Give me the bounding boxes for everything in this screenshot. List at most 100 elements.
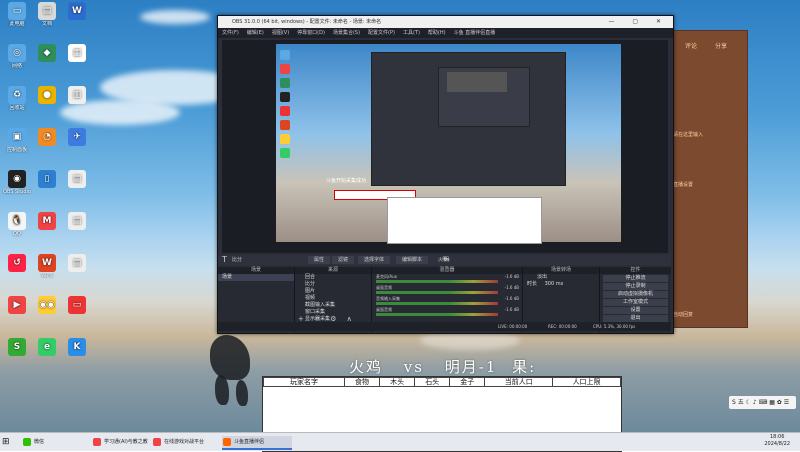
taskbar-label: 在线游戏对战平台 bbox=[164, 439, 205, 445]
desktop-icon-label bbox=[32, 357, 62, 369]
desktop-icon[interactable]: K bbox=[62, 338, 92, 369]
taskbar-item-douyu[interactable]: 斗鱼直播伴侣 bbox=[222, 436, 292, 450]
window-buttons[interactable]: — ▢ ✕ bbox=[608, 16, 669, 28]
stop-recording-button[interactable]: 停止录制 bbox=[603, 283, 668, 290]
menu-file[interactable]: 文件(F) bbox=[222, 28, 239, 38]
desktop-icon[interactable]: S bbox=[2, 338, 32, 369]
toolbar-text-suffix: 果: bbox=[442, 257, 449, 263]
settings-button[interactable]: 设置 bbox=[603, 307, 668, 314]
mixer-header: 混音器 bbox=[372, 267, 522, 274]
taskbar-item-game[interactable]: 在线游戏对战平台 bbox=[152, 436, 230, 448]
stop-streaming-button[interactable]: 停止推流 bbox=[603, 275, 668, 282]
obs-window[interactable]: OBS 31.0.0 (64 bit, windows) - 配置文件: 未命名… bbox=[217, 15, 674, 334]
desktop-icon[interactable]: ▯ bbox=[32, 170, 62, 201]
desktop-icon-label bbox=[62, 357, 92, 369]
desktop-icon-label: WPS bbox=[41, 273, 53, 279]
desktop-icon-label bbox=[32, 315, 62, 327]
player-right: 明月-1 bbox=[444, 358, 498, 376]
app-icon: ◉◉ bbox=[38, 296, 56, 314]
desktop-icon[interactable]: ◉ OBS Studio bbox=[2, 170, 32, 201]
menu-view[interactable]: 视图(V) bbox=[272, 28, 289, 38]
app-icon: ▶ bbox=[8, 296, 26, 314]
obs-titlebar[interactable]: OBS 31.0.0 (64 bit, windows) - 配置文件: 未命名… bbox=[218, 16, 673, 28]
source-item[interactable]: 图片 bbox=[295, 288, 371, 295]
desktop-icon-label: 回收站 bbox=[9, 105, 25, 111]
menu-douyu[interactable]: 斗鱼 直播伴侣直播 bbox=[454, 28, 496, 38]
source-item[interactable]: 比分 bbox=[295, 281, 371, 288]
start-icon[interactable]: ⊞ bbox=[2, 436, 10, 448]
desktop-icon-label bbox=[62, 189, 92, 201]
desktop-icon[interactable]: 🐧 QQ bbox=[2, 212, 32, 243]
desktop-icon-label: QQ bbox=[13, 231, 21, 237]
orange-line-0: 评论 bbox=[685, 43, 698, 50]
properties-button[interactable]: 属性 bbox=[308, 256, 331, 264]
filters-button[interactable]: 滤镜 bbox=[332, 256, 355, 264]
desktop-icon[interactable]: e bbox=[32, 338, 62, 369]
menu-scene-collection[interactable]: 场景集合(S) bbox=[333, 28, 360, 38]
rec-status: REC: 00:00:00 bbox=[548, 324, 577, 329]
source-item[interactable]: 回合 bbox=[295, 274, 371, 281]
taskbar-clock[interactable]: 18:06 2024/8/22 bbox=[764, 434, 790, 448]
mixer-channel[interactable]: 桌面音频 -1.6 dB bbox=[372, 307, 522, 318]
duration-value: 300 ms bbox=[544, 281, 564, 287]
desktop-icon[interactable]: ▦ bbox=[62, 44, 92, 75]
ime-toolbar[interactable]: S 五 ☾ ♪ ⌨ ▦ ✿ ☰ bbox=[729, 396, 796, 409]
desktop-icon[interactable]: ▭ bbox=[62, 296, 92, 327]
desktop-icon[interactable]: ▥ bbox=[62, 86, 92, 117]
table-header-row: 玩家名字 食物 木头 石头 金子 当前人口 人口上限 bbox=[263, 377, 621, 387]
virtual-camera-button[interactable]: 启动虚拟摄像机 bbox=[603, 291, 668, 298]
desktop-icon[interactable]: ◎ 网络 bbox=[2, 44, 32, 75]
desktop-icon-label bbox=[62, 315, 92, 327]
desktop-icon[interactable]: ♻ 回收站 bbox=[2, 86, 32, 117]
source-item[interactable]: 视频 bbox=[295, 295, 371, 302]
menu-tools[interactable]: 工具(T) bbox=[403, 28, 420, 38]
desktop-icon[interactable]: M bbox=[32, 212, 62, 243]
desktop-icon[interactable]: ▤ bbox=[62, 254, 92, 285]
menu-help[interactable]: 帮助(H) bbox=[428, 28, 446, 38]
source-item[interactable]: 截图输入采集 bbox=[295, 302, 371, 309]
obs-preview[interactable]: 斗鱼开始采集成功 bbox=[222, 40, 668, 253]
desktop-icon[interactable]: ◔ bbox=[32, 128, 62, 159]
studio-mode-button[interactable]: 工作室模式 bbox=[603, 299, 668, 306]
exit-button[interactable]: 退出 bbox=[603, 315, 668, 322]
menu-edit[interactable]: 编辑(E) bbox=[247, 28, 264, 38]
app-icon: K bbox=[68, 338, 86, 356]
app-icon: ▭ bbox=[8, 2, 26, 20]
desktop-icon[interactable]: ◆ bbox=[32, 44, 62, 75]
desktop-icon[interactable]: ◉◉ bbox=[32, 296, 62, 327]
select-font-button[interactable]: 选择字体 bbox=[358, 256, 391, 264]
desktop-icon[interactable]: ✈ bbox=[62, 128, 92, 159]
desktop-icon[interactable]: ● bbox=[32, 86, 62, 117]
desktop-icon[interactable]: ↺ bbox=[2, 254, 32, 285]
transition-type[interactable]: 淡出 bbox=[523, 274, 599, 281]
app-icon: ▣ bbox=[8, 128, 26, 146]
preview-desktop-icons bbox=[280, 50, 300, 162]
transition-duration[interactable]: 时长 300 ms bbox=[523, 281, 599, 288]
col-gold: 金子 bbox=[449, 377, 486, 387]
desktop-icon[interactable]: W bbox=[62, 2, 92, 33]
desktop-icon[interactable]: ▤ 文档 bbox=[32, 2, 62, 33]
desktop-icon[interactable]: ▶ bbox=[2, 296, 32, 327]
desktop-icon[interactable]: W WPS bbox=[32, 254, 62, 285]
mixer-channel[interactable]: 音频输入采集 -1.6 dB bbox=[372, 296, 522, 307]
livestream-assistant-window[interactable]: 评论 分享 请在这里输入 直播设置 自动回复 bbox=[664, 30, 748, 328]
desktop-icon-label: 网络 bbox=[11, 63, 22, 69]
menu-docks[interactable]: 停靠窗口(D) bbox=[297, 28, 325, 38]
mixer-channel[interactable]: 麦克风/Aux -1.6 dB bbox=[372, 274, 522, 285]
desktop-icon-label bbox=[32, 105, 62, 117]
taskbar-item-study[interactable]: 学习通(AI)与教之教 bbox=[92, 436, 160, 448]
desktop-icon[interactable]: ▭ 此电脑 bbox=[2, 2, 32, 33]
edit-script-button[interactable]: 编辑脚本 bbox=[396, 256, 429, 264]
desktop-icon-label: 此电脑 bbox=[9, 21, 25, 27]
desktop-icon-label: 文档 bbox=[41, 21, 52, 27]
preview-caption: 斗鱼开始采集成功 bbox=[326, 178, 367, 184]
clock-time: 18:06 bbox=[769, 434, 785, 440]
scene-item[interactable]: 场景 bbox=[218, 274, 294, 281]
taskbar-item-wechat[interactable]: 微信 bbox=[22, 436, 44, 448]
mixer-channel[interactable]: 桌面音频 -1.6 dB bbox=[372, 285, 522, 296]
desktop-icon[interactable]: ▤ bbox=[62, 212, 92, 243]
desktop-icon[interactable]: ▣ 控制面板 bbox=[2, 128, 32, 159]
desktop-icon[interactable]: ▤ bbox=[62, 170, 92, 201]
menu-profile[interactable]: 配置文件(P) bbox=[368, 28, 395, 38]
taskbar-label: 斗鱼直播伴侣 bbox=[234, 439, 265, 445]
